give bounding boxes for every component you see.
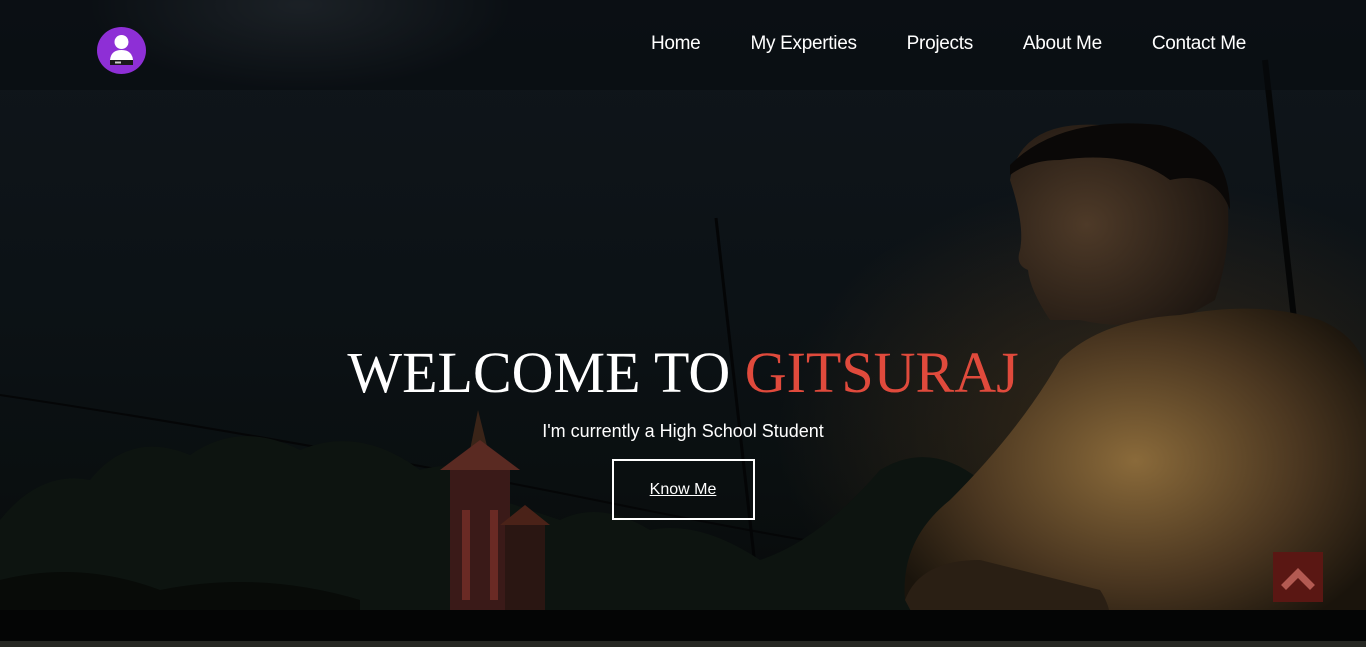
nav-item-projects: Projects — [907, 33, 974, 55]
bottom-divider — [0, 641, 1366, 647]
nav-link-contact-me[interactable]: Contact Me — [1152, 33, 1246, 54]
nav-link-home[interactable]: Home — [651, 33, 701, 54]
hero-section: Home My Experties Projects About Me Cont… — [0, 0, 1366, 647]
hero-background-photo — [0, 59, 1366, 647]
person-silhouette-icon — [110, 35, 133, 65]
nav-menu: Home My Experties Projects About Me Cont… — [651, 33, 1246, 55]
know-me-button[interactable]: Know Me — [611, 459, 755, 520]
nav-item-home: Home — [651, 33, 701, 55]
scroll-to-top-button[interactable] — [1273, 552, 1323, 602]
nav-link-projects[interactable]: Projects — [907, 33, 974, 54]
site-logo[interactable] — [97, 27, 146, 74]
hero-title: WELCOME TO GITSURAJ — [0, 338, 1366, 408]
nav-item-my-experties: My Experties — [750, 33, 857, 55]
nav-link-my-experties[interactable]: My Experties — [750, 33, 857, 54]
hero-title-highlight: GITSURAJ — [744, 340, 1019, 405]
nav-link-about-me[interactable]: About Me — [1023, 33, 1102, 54]
hero-subtitle: I'm currently a High School Student — [542, 421, 824, 441]
hero-content: WELCOME TO GITSURAJ I'm currently a High… — [0, 338, 1366, 520]
nav-item-about-me: About Me — [1023, 33, 1102, 55]
nav-item-contact-me: Contact Me — [1152, 33, 1246, 55]
chevron-up-icon — [1281, 568, 1315, 590]
navbar: Home My Experties Projects About Me Cont… — [0, 0, 1366, 90]
hero-title-prefix: WELCOME TO — [347, 340, 745, 405]
